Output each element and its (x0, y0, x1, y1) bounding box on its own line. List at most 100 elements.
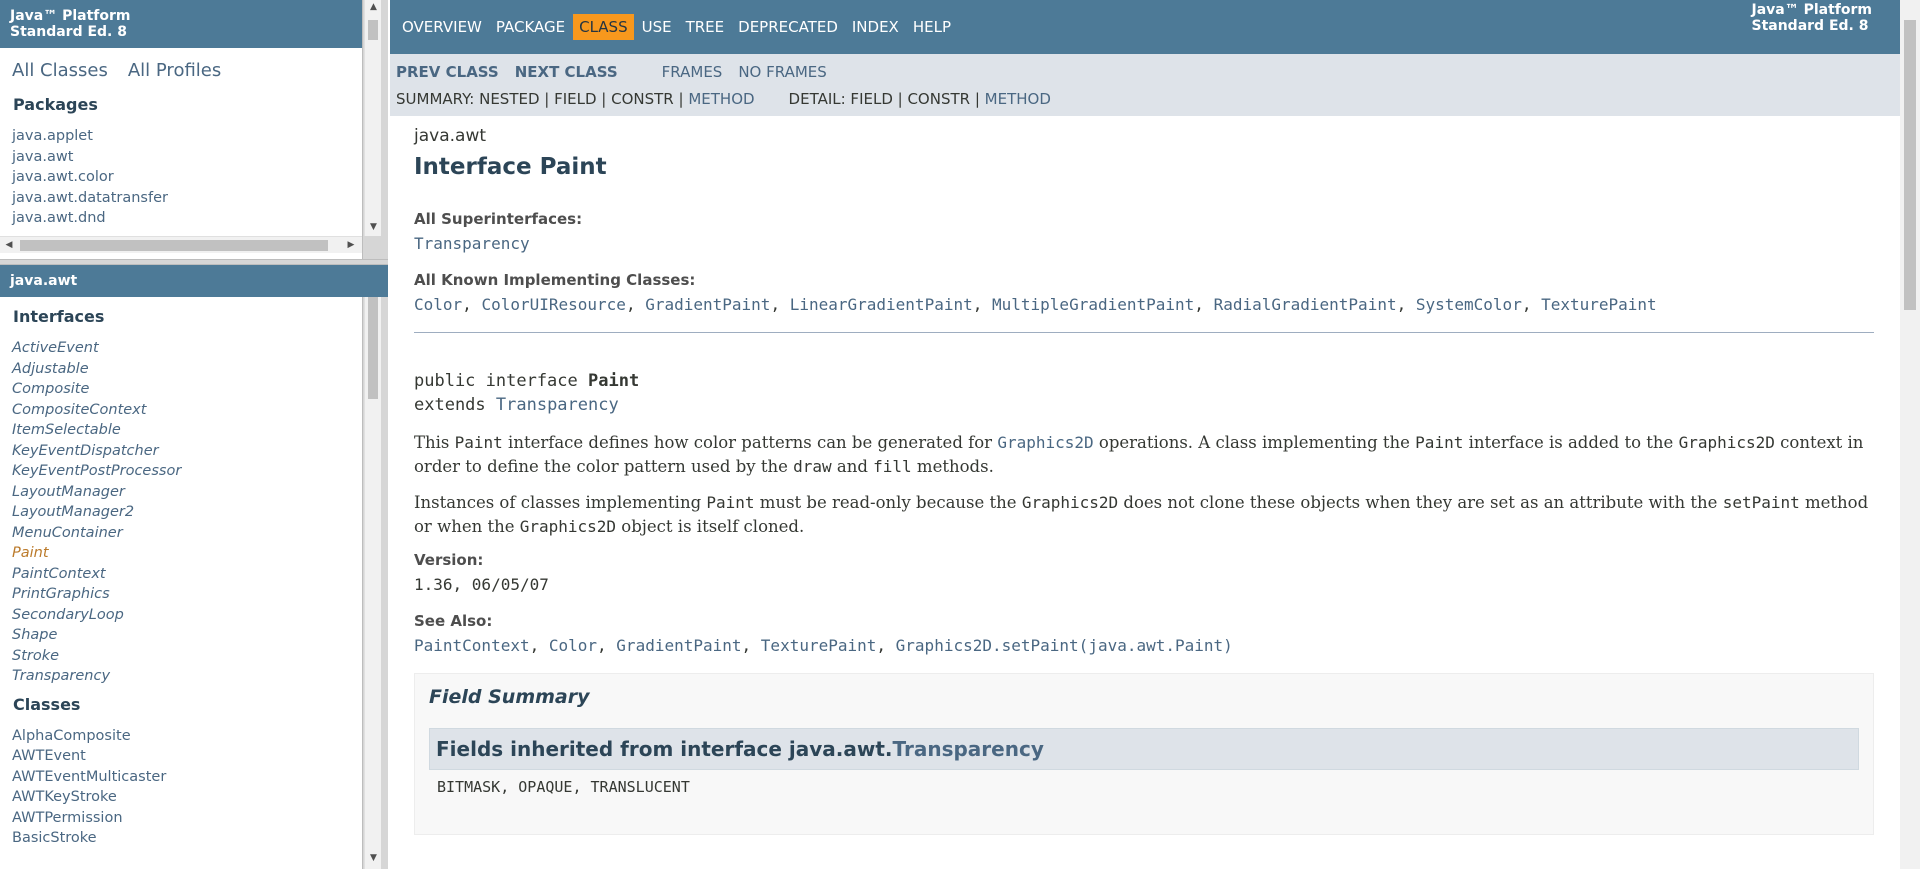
class-frame: OVERVIEW PACKAGE CLASS USE TREE DEPRECATED IND… (390, 0, 1900, 869)
interface-link[interactable]: ActiveEvent (12, 338, 376, 359)
nav-help[interactable]: HELP (907, 14, 957, 40)
see-also-link[interactable]: Graphics2D.setPaint(java.awt.Paint) (896, 636, 1233, 655)
interface-link[interactable]: Composite (12, 379, 376, 400)
nav-tree[interactable]: TREE (680, 14, 731, 40)
divider (414, 332, 1874, 333)
signature-modifiers: public interface (414, 371, 588, 391)
all-links: All Classes All Profiles (0, 48, 387, 89)
see-also-label: See Also: (414, 612, 493, 630)
package-link[interactable]: java.awt (12, 147, 375, 168)
implementing-class-link[interactable]: Color (414, 295, 462, 314)
content-vscrollbar[interactable] (1900, 0, 1920, 869)
nav-overview[interactable]: OVERVIEW (396, 14, 488, 40)
see-also-link[interactable]: PaintContext (414, 636, 530, 655)
platform-line1: Java™ Platform (1751, 2, 1872, 18)
transparency-link[interactable]: Transparency (893, 737, 1044, 761)
class-link[interactable]: AWTPermission (12, 808, 376, 829)
interface-link[interactable]: Transparency (12, 666, 376, 687)
interface-link[interactable]: Shape (12, 625, 376, 646)
interface-link[interactable]: Adjustable (12, 359, 376, 380)
vscroll-thumb[interactable] (368, 20, 378, 40)
nav-class: CLASS (573, 14, 634, 40)
interface-link[interactable]: ItemSelectable (12, 420, 376, 441)
packages-hscrollbar[interactable]: ◀ ▶ (0, 236, 362, 253)
interface-link[interactable]: KeyEventDispatcher (12, 441, 376, 462)
signature-extends: extends (414, 395, 496, 415)
nav-index[interactable]: INDEX (846, 14, 905, 40)
all-profiles-link[interactable]: All Profiles (128, 60, 221, 81)
interface-link[interactable]: Stroke (12, 646, 376, 667)
class-link[interactable]: AlphaComposite (12, 726, 376, 747)
nav-use[interactable]: USE (636, 14, 678, 40)
class-link[interactable]: AWTEventMulticaster (12, 767, 376, 788)
frames-link[interactable]: FRAMES (662, 63, 723, 81)
page-title: Interface Paint (414, 154, 607, 180)
top-nav-bar: OVERVIEW PACKAGE CLASS USE TREE DEPRECATED IND… (390, 0, 1900, 54)
package-link[interactable]: java.awt.color (12, 167, 375, 188)
platform-line2: Standard Ed. 8 (1751, 18, 1869, 34)
interface-link[interactable]: Paint (12, 543, 376, 564)
packages-vscrollbar[interactable]: ▲ ▼ (364, 0, 381, 236)
package-link[interactable]: java.applet (12, 126, 375, 147)
implementing-class-link[interactable]: RadialGradientPaint (1214, 295, 1397, 314)
detail-method-link[interactable]: METHOD (985, 90, 1051, 108)
implementing-class-link[interactable]: ColorUIResource (481, 295, 626, 314)
hscroll-thumb[interactable] (20, 240, 328, 251)
interface-link[interactable]: KeyEventPostProcessor (12, 461, 376, 482)
class-list: AlphaComposite AWTEvent AWTEventMulticaste… (0, 720, 388, 855)
implementing-class-link[interactable]: TexturePaint (1541, 295, 1657, 314)
field-summary: Field Summary Fields inherited from inte… (414, 673, 1874, 835)
scroll-down-icon[interactable]: ▼ (365, 220, 382, 234)
nav-deprecated[interactable]: DEPRECATED (732, 14, 844, 40)
package-link[interactable]: java.awt.dnd (12, 208, 375, 229)
signature-extends-link[interactable]: Transparency (496, 395, 619, 415)
all-classes-link[interactable]: All Classes (12, 60, 108, 81)
class-link[interactable]: AWTEvent (12, 746, 376, 767)
next-class-link[interactable]: NEXT CLASS (515, 63, 618, 81)
version-value: 1.36, 06/05/07 (414, 575, 549, 594)
implementing-class-link[interactable]: MultipleGradientPaint (992, 295, 1194, 314)
interface-link[interactable]: MenuContainer (12, 523, 376, 544)
inherited-fields-list: BITMASK, OPAQUE, TRANSLUCENT (437, 778, 690, 796)
top-nav-list: OVERVIEW PACKAGE CLASS USE TREE DEPRECATED IND… (390, 0, 1900, 40)
class-signature: public interface Paint extends Transpare… (414, 369, 1876, 417)
description-paragraph: This Paint interface defines how color p… (414, 433, 1864, 476)
class-content: java.awt Interface Paint All Superinterf… (390, 116, 1900, 835)
package-header[interactable]: java.awt (0, 265, 388, 297)
platform-line2: Standard Ed. 8 (10, 24, 127, 40)
see-also-list: PaintContext, Color, GradientPaint, Text… (414, 636, 1233, 655)
scroll-left-icon[interactable]: ◀ (2, 237, 16, 254)
interface-link[interactable]: PaintContext (12, 564, 376, 585)
interface-link[interactable]: LayoutManager (12, 482, 376, 503)
see-also-link[interactable]: GradientPaint (616, 636, 741, 655)
inherited-fields-label: Fields inherited from interface java.awt… (436, 737, 893, 761)
nav-package[interactable]: PACKAGE (490, 14, 571, 40)
graphics2d-link[interactable]: Graphics2D (997, 433, 1093, 452)
implementing-class-link[interactable]: SystemColor (1416, 295, 1522, 314)
vscroll-thumb[interactable] (1904, 20, 1916, 310)
class-link[interactable]: BasicStroke (12, 828, 376, 849)
package-link[interactable]: java.awt.datatransfer (12, 188, 375, 209)
implementing-class-link[interactable]: GradientPaint (645, 295, 770, 314)
summary-method-link[interactable]: METHOD (688, 90, 754, 108)
interface-link[interactable]: SecondaryLoop (12, 605, 376, 626)
see-also-link[interactable]: Color (549, 636, 597, 655)
version-label: Version: (414, 551, 484, 569)
implementing-classes-list: Color, ColorUIResource, GradientPaint, L… (414, 295, 1657, 314)
interface-link[interactable]: PrintGraphics (12, 584, 376, 605)
scroll-right-icon[interactable]: ▶ (344, 237, 358, 254)
implementing-class-link[interactable]: LinearGradientPaint (790, 295, 973, 314)
no-frames-link[interactable]: NO FRAMES (738, 63, 826, 81)
interface-link[interactable]: LayoutManager2 (12, 502, 376, 523)
scroll-up-icon[interactable]: ▲ (365, 0, 382, 14)
interface-link[interactable]: CompositeContext (12, 400, 376, 421)
superinterface-link[interactable]: Transparency (414, 234, 530, 253)
class-link[interactable]: AWTKeyStroke (12, 787, 376, 808)
signature-name: Paint (588, 371, 640, 391)
field-summary-title: Field Summary (429, 686, 590, 708)
prev-class-link[interactable]: PREV CLASS (396, 63, 499, 81)
see-also-link[interactable]: TexturePaint (761, 636, 877, 655)
superinterfaces-label: All Superinterfaces: (414, 210, 583, 228)
summary-label: SUMMARY: NESTED | FIELD | CONSTR | (396, 90, 689, 108)
package-label: java.awt (414, 126, 487, 146)
